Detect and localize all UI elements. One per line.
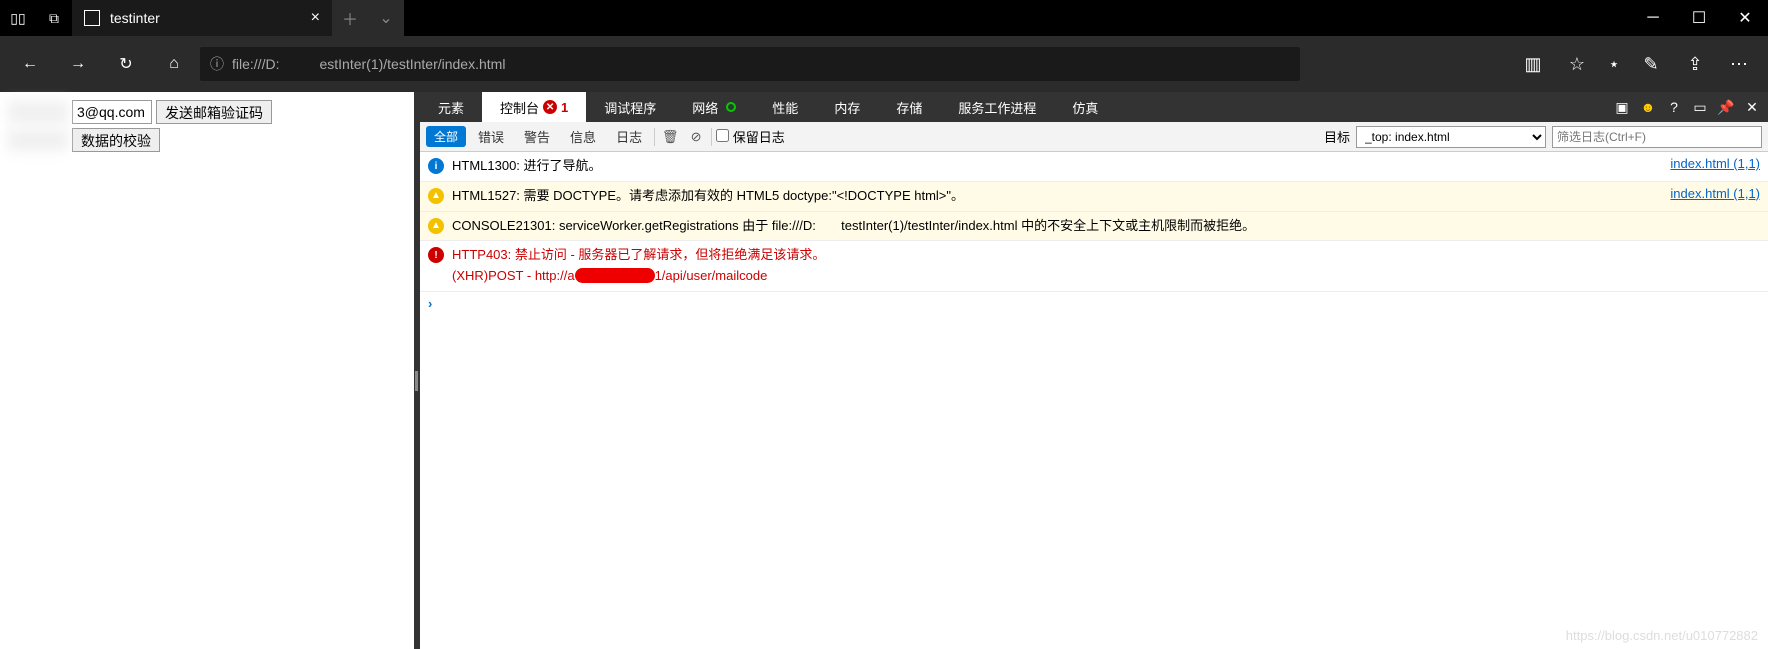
preserve-log-checkbox[interactable]: 保留日志	[716, 127, 785, 146]
forward-button[interactable]: →	[56, 42, 100, 86]
more-icon[interactable]: ⋯	[1718, 43, 1760, 85]
address-bar[interactable]: ⓘ file:///D: estInter(1)/testInter/index…	[200, 47, 1300, 81]
tab-memory[interactable]: 内存	[816, 92, 878, 122]
message-source-link[interactable]: index.html (1,1)	[1670, 186, 1760, 201]
smiley-icon[interactable]: ☻	[1636, 95, 1660, 119]
window-titlebar: ▯▯ ⧉ testinter × ＋ ⌄ ─ ☐ ✕	[0, 0, 1768, 36]
toolbar-right: ▥ ☆ ⋆ ✎ ⇪ ⋯	[1512, 43, 1760, 85]
blurred-text	[8, 129, 68, 151]
filter-all[interactable]: 全部	[426, 126, 466, 147]
content-area: 发送邮箱验证码 数据的校验 元素 控制台 ✕ 1 调试程序 网络 性能 内存 存储…	[0, 92, 1768, 649]
filter-errors[interactable]: 错误	[470, 125, 512, 148]
devtools-panel: 元素 控制台 ✕ 1 调试程序 网络 性能 内存 存储 服务工作进程 仿真 ▣ ☻…	[420, 92, 1768, 649]
block-icon[interactable]: ⊘	[685, 129, 707, 145]
console-prompt[interactable]: ›	[420, 292, 1768, 315]
tab-close-icon[interactable]: ×	[311, 9, 320, 27]
warning-icon: ▲	[428, 188, 444, 204]
new-tab-button[interactable]: ＋	[332, 0, 368, 36]
reading-list-icon[interactable]: ▥	[1512, 43, 1554, 85]
devtools-tabs-right: ▣ ☻ ? ▭ 📌 ✕	[1610, 92, 1768, 122]
log-filter-input[interactable]	[1552, 126, 1762, 148]
blurred-text	[8, 101, 68, 123]
validate-button[interactable]: 数据的校验	[72, 128, 160, 152]
message-source-link[interactable]: index.html (1,1)	[1670, 156, 1760, 171]
error-icon: !	[428, 247, 444, 263]
redacted-url	[575, 268, 655, 283]
record-icon	[726, 102, 736, 112]
tab-debugger[interactable]: 调试程序	[586, 92, 674, 122]
minimize-button[interactable]: ─	[1630, 0, 1676, 36]
email-field[interactable]	[72, 100, 152, 124]
tab-aside-icon[interactable]: ▯▯	[0, 0, 36, 36]
pin-icon[interactable]: 📌	[1714, 95, 1738, 119]
info-icon[interactable]: ⓘ	[210, 54, 224, 74]
page-viewport: 发送邮箱验证码 数据的校验	[0, 92, 414, 649]
message-text: HTML1527: 需要 DOCTYPE。请考虑添加有效的 HTML5 doct…	[452, 186, 1662, 207]
filter-warnings[interactable]: 警告	[516, 125, 558, 148]
favorites-star-plus-icon[interactable]: ⋆	[1600, 43, 1628, 85]
filter-logs[interactable]: 日志	[608, 125, 650, 148]
email-row: 发送邮箱验证码	[8, 100, 406, 124]
notes-icon[interactable]: ✎	[1630, 43, 1672, 85]
console-message-error: ! HTTP403: 禁止访问 - 服务器已了解请求，但将拒绝满足该请求。 (X…	[420, 241, 1768, 292]
tab-storage[interactable]: 存储	[878, 92, 940, 122]
filter-info[interactable]: 信息	[562, 125, 604, 148]
back-button[interactable]: ←	[8, 42, 52, 86]
clear-icon[interactable]: 🗑	[659, 129, 681, 145]
tab-chevron-icon[interactable]: ⌄	[368, 0, 404, 36]
browser-toolbar: ← → ↻ ⌂ ⓘ file:///D: estInter(1)/testInt…	[0, 36, 1768, 92]
tab-emulation[interactable]: 仿真	[1054, 92, 1116, 122]
console-message-warning: ▲ HTML1527: 需要 DOCTYPE。请考虑添加有效的 HTML5 do…	[420, 182, 1768, 212]
warning-icon: ▲	[428, 218, 444, 234]
console-message-warning: ▲ CONSOLE21301: serviceWorker.getRegistr…	[420, 212, 1768, 242]
page-icon	[84, 10, 100, 26]
message-text: CONSOLE21301: serviceWorker.getRegistrat…	[452, 216, 1760, 237]
console-filter-bar: 全部 错误 警告 信息 日志 🗑 ⊘ 保留日志 目标 _top: index.h…	[420, 122, 1768, 152]
tab-console-label: 控制台	[500, 98, 539, 117]
window-controls: ─ ☐ ✕	[1630, 0, 1768, 36]
share-icon[interactable]: ⇪	[1674, 43, 1716, 85]
home-button[interactable]: ⌂	[152, 42, 196, 86]
select-element-icon[interactable]: ▣	[1610, 95, 1634, 119]
dock-icon[interactable]: ▭	[1688, 95, 1712, 119]
tab-title: testinter	[110, 10, 160, 26]
tab-elements[interactable]: 元素	[420, 92, 482, 122]
tab-console[interactable]: 控制台 ✕ 1	[482, 92, 586, 122]
info-icon: i	[428, 158, 444, 174]
browser-tab[interactable]: testinter ×	[72, 0, 332, 36]
devtools-close-icon[interactable]: ✕	[1740, 95, 1764, 119]
close-button[interactable]: ✕	[1722, 0, 1768, 36]
favorite-star-icon[interactable]: ☆	[1556, 43, 1598, 85]
refresh-button[interactable]: ↻	[104, 42, 148, 86]
tab-strip: ▯▯ ⧉ testinter × ＋ ⌄	[0, 0, 404, 36]
maximize-button[interactable]: ☐	[1676, 0, 1722, 36]
target-select[interactable]: _top: index.html	[1356, 126, 1546, 148]
tab-network[interactable]: 网络	[674, 92, 754, 122]
help-icon[interactable]: ?	[1662, 95, 1686, 119]
tab-performance[interactable]: 性能	[754, 92, 816, 122]
message-text: HTTP403: 禁止访问 - 服务器已了解请求，但将拒绝满足该请求。 (XHR…	[452, 245, 1760, 287]
console-message-info: i HTML1300: 进行了导航。 index.html (1,1)	[420, 152, 1768, 182]
console-output: i HTML1300: 进行了导航。 index.html (1,1) ▲ HT…	[420, 152, 1768, 649]
error-count: 1	[561, 100, 568, 115]
error-count-badge: ✕	[543, 100, 557, 114]
devtools-splitter[interactable]	[414, 92, 420, 649]
target-label: 目标	[1324, 127, 1350, 146]
url-text: file:///D: estInter(1)/testInter/index.h…	[232, 56, 505, 72]
message-text: HTML1300: 进行了导航。	[452, 156, 1662, 177]
tab-serviceworker[interactable]: 服务工作进程	[940, 92, 1054, 122]
send-code-button[interactable]: 发送邮箱验证码	[156, 100, 272, 124]
watermark: https://blog.csdn.net/u010772882	[1566, 628, 1758, 643]
devtools-tab-strip: 元素 控制台 ✕ 1 调试程序 网络 性能 内存 存储 服务工作进程 仿真 ▣ ☻…	[420, 92, 1768, 122]
tab-list-icon[interactable]: ⧉	[36, 0, 72, 36]
check-row: 数据的校验	[8, 128, 406, 152]
